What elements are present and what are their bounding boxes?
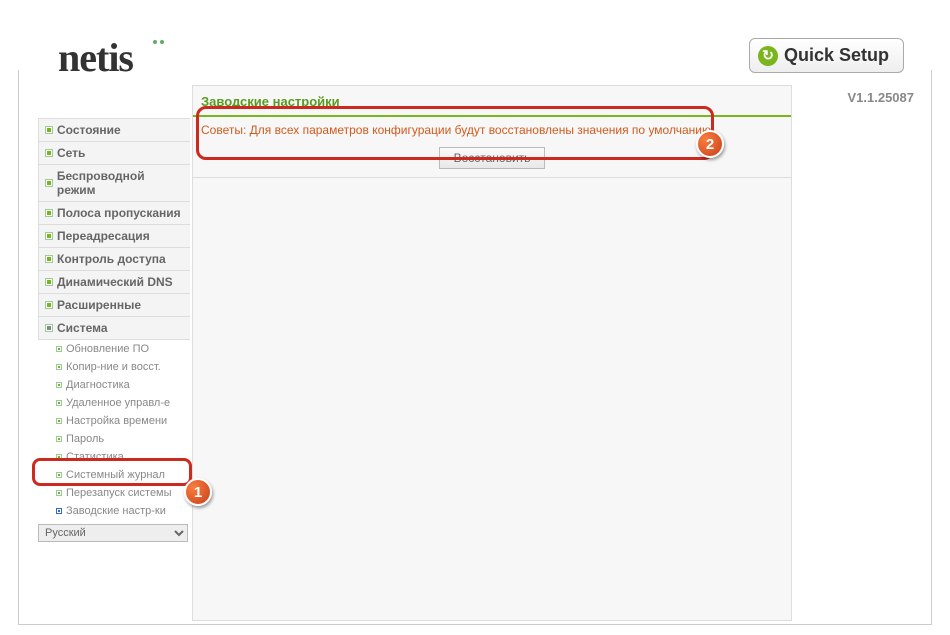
sub-label: Копир-ние и восст. xyxy=(66,361,161,373)
sidebar-label: Система xyxy=(57,321,108,335)
sidebar-item-bandwidth[interactable]: Полоса пропускания xyxy=(38,202,190,225)
sidebar-item-network[interactable]: Сеть xyxy=(38,142,190,165)
bullet-icon xyxy=(45,149,53,157)
sidebar-item-ddns[interactable]: Динамический DNS xyxy=(38,271,190,294)
sub-diagnostics[interactable]: Диагностика xyxy=(52,376,190,394)
sub-label: Заводские настр-ки xyxy=(66,505,166,517)
quick-setup-button[interactable]: ↻ Quick Setup xyxy=(749,38,904,73)
sidebar-label: Полоса пропускания xyxy=(57,206,181,220)
sub-syslog[interactable]: Системный журнал xyxy=(52,466,190,484)
sub-label: Диагностика xyxy=(66,379,130,391)
sub-remote[interactable]: Удаленное управл-е xyxy=(52,394,190,412)
advice-text: Советы: Для всех параметров конфигурации… xyxy=(193,117,791,143)
bullet-icon xyxy=(45,232,53,240)
sub-factory[interactable]: Заводские настр-ки xyxy=(52,502,190,520)
sidebar: Состояние Сеть Беспроводной режим Полоса… xyxy=(38,118,190,542)
sub-backup[interactable]: Копир-ние и восст. xyxy=(52,358,190,376)
sub-time[interactable]: Настройка времени xyxy=(52,412,190,430)
bullet-icon xyxy=(56,346,62,352)
sub-label: Перезапуск системы xyxy=(66,487,172,499)
sidebar-item-access[interactable]: Контроль доступа xyxy=(38,248,190,271)
sidebar-item-status[interactable]: Состояние xyxy=(38,118,190,142)
quick-setup-icon: ↻ xyxy=(758,46,778,66)
bullet-icon xyxy=(56,418,62,424)
bullet-icon xyxy=(45,301,53,309)
bullet-icon xyxy=(45,255,53,263)
sub-statistics[interactable]: Статистика xyxy=(52,448,190,466)
bullet-icon xyxy=(56,454,62,460)
system-submenu: Обновление ПО Копир-ние и восст. Диагнос… xyxy=(38,340,190,524)
sidebar-label: Беспроводной режим xyxy=(57,169,184,197)
language-select[interactable]: Русский xyxy=(38,524,188,542)
sidebar-item-advanced[interactable]: Расширенные xyxy=(38,294,190,317)
bullet-icon xyxy=(56,508,62,514)
restore-button[interactable]: Восстановить xyxy=(439,147,546,169)
bullet-icon xyxy=(56,400,62,406)
bullet-icon xyxy=(45,126,53,134)
sidebar-item-system[interactable]: Система xyxy=(38,317,190,340)
restore-row: Восстановить xyxy=(193,143,791,178)
bullet-icon xyxy=(45,278,53,286)
bullet-icon xyxy=(56,364,62,370)
sub-label: Настройка времени xyxy=(66,415,167,427)
bullet-icon xyxy=(56,382,62,388)
bullet-icon xyxy=(45,179,53,187)
sidebar-label: Сеть xyxy=(57,146,85,160)
bullet-icon xyxy=(56,472,62,478)
sidebar-label: Контроль доступа xyxy=(57,252,166,266)
main-panel: Заводские настройки Советы: Для всех пар… xyxy=(192,85,792,621)
sidebar-item-forwarding[interactable]: Переадресация xyxy=(38,225,190,248)
quick-setup-label: Quick Setup xyxy=(784,45,889,66)
sub-reboot[interactable]: Перезапуск системы xyxy=(52,484,190,502)
sidebar-label: Переадресация xyxy=(57,229,150,243)
sub-label: Удаленное управл-е xyxy=(66,397,170,409)
language-select-wrap: Русский xyxy=(38,524,188,542)
sub-label: Обновление ПО xyxy=(66,343,149,355)
sidebar-label: Динамический DNS xyxy=(57,275,173,289)
bullet-icon xyxy=(45,324,53,332)
sidebar-label: Расширенные xyxy=(57,298,141,312)
page-title: Заводские настройки xyxy=(193,92,791,117)
sidebar-item-wireless[interactable]: Беспроводной режим xyxy=(38,165,190,202)
sub-label: Статистика xyxy=(66,451,124,463)
sub-label: Пароль xyxy=(66,433,104,445)
bullet-icon xyxy=(45,209,53,217)
sidebar-label: Состояние xyxy=(57,123,121,137)
sub-password[interactable]: Пароль xyxy=(52,430,190,448)
logo-text: netis xyxy=(58,35,133,80)
logo: netis xyxy=(58,34,133,81)
bullet-icon xyxy=(56,436,62,442)
sub-firmware[interactable]: Обновление ПО xyxy=(52,340,190,358)
bullet-icon xyxy=(56,490,62,496)
firmware-version: V1.1.25087 xyxy=(847,90,914,105)
sub-label: Системный журнал xyxy=(66,469,165,481)
